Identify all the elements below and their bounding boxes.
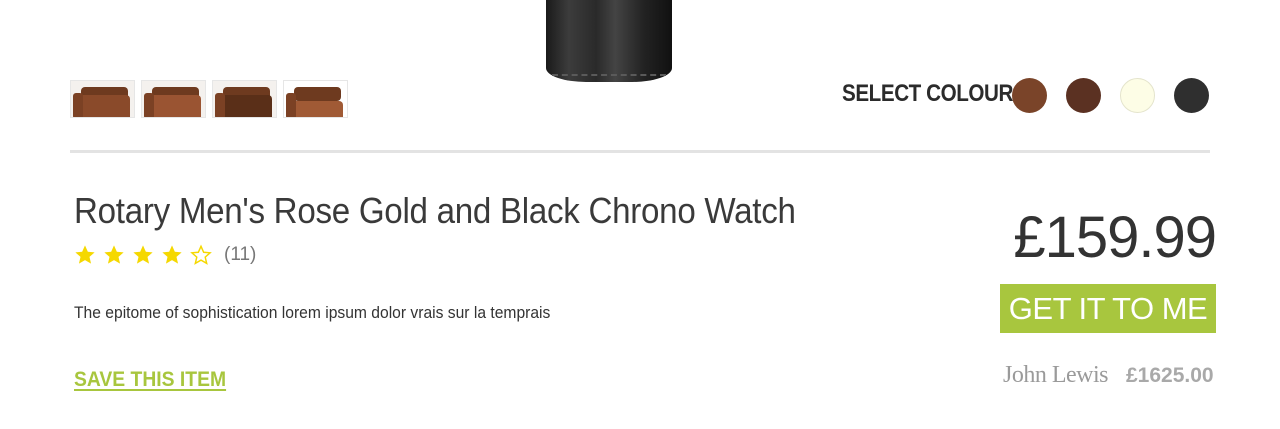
product-price: £159.99 xyxy=(1013,205,1217,270)
watch-strap-image xyxy=(546,0,672,82)
thumbnail-1[interactable] xyxy=(70,80,135,118)
retailer-name[interactable]: John Lewis xyxy=(1003,362,1109,389)
colour-swatch-tan-brown[interactable] xyxy=(1012,78,1047,113)
retailer-price: £1625.00 xyxy=(1126,364,1214,387)
section-divider xyxy=(70,150,1210,153)
star-filled-icon xyxy=(104,245,124,264)
colour-swatch-dark-brown[interactable] xyxy=(1066,78,1101,113)
star-filled-icon xyxy=(133,245,153,264)
rating-stars: (11) xyxy=(74,244,256,266)
select-colour-label: SELECT COLOUR xyxy=(842,80,1014,107)
colour-swatch-cream[interactable] xyxy=(1120,78,1155,113)
thumbnail-4[interactable] xyxy=(283,80,348,118)
review-count[interactable]: (11) xyxy=(224,244,256,266)
thumbnail-3[interactable] xyxy=(212,80,277,118)
save-item-link[interactable]: SAVE THIS ITEM xyxy=(74,368,226,392)
product-title: Rotary Men's Rose Gold and Black Chrono … xyxy=(74,190,796,231)
thumbnail-2[interactable] xyxy=(141,80,206,118)
get-it-to-me-button[interactable]: GET IT TO ME xyxy=(1000,284,1216,333)
product-image xyxy=(540,0,680,88)
colour-swatch-charcoal[interactable] xyxy=(1174,78,1209,113)
product-description: The epitome of sophistication lorem ipsu… xyxy=(74,303,551,322)
thumbnail-strip xyxy=(70,80,348,118)
star-filled-icon xyxy=(162,245,182,264)
star-filled-icon xyxy=(75,245,95,264)
star-empty-icon xyxy=(190,244,212,265)
